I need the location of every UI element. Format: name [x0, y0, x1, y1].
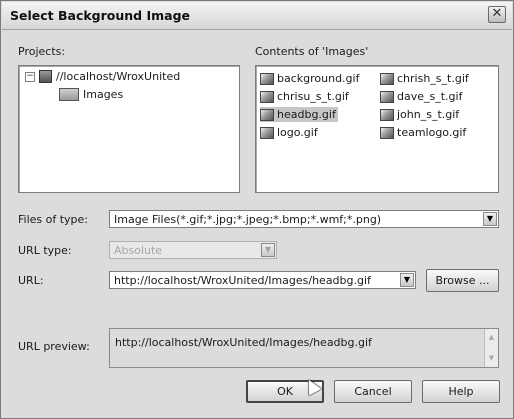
- url-value: http://localhost/WroxUnited/Images/headb…: [114, 274, 371, 287]
- file-item[interactable]: background.gif: [260, 71, 361, 86]
- url-label: URL:: [18, 274, 44, 287]
- file-name: chrisu_s_t.gif: [277, 90, 349, 103]
- file-item[interactable]: chrisu_s_t.gif: [260, 89, 351, 104]
- tree-node-images[interactable]: Images: [59, 88, 123, 101]
- url-preview-box: http://localhost/WroxUnited/Images/headb…: [109, 328, 499, 368]
- gif-file-icon: [260, 72, 274, 85]
- scroll-up-icon[interactable]: ▲: [485, 331, 498, 344]
- help-button[interactable]: Help: [422, 380, 500, 403]
- files-of-type-value: Image Files(*.gif;*.jpg;*.jpeg;*.bmp;*.w…: [114, 213, 382, 226]
- url-preview-label: URL preview:: [18, 340, 90, 353]
- chevron-down-icon[interactable]: ▼: [483, 212, 497, 226]
- files-of-type-label: Files of type:: [18, 213, 89, 226]
- contents-list[interactable]: background.gif chrisu_s_t.gif headbg.gif…: [255, 65, 499, 193]
- gif-file-icon: [380, 90, 394, 103]
- url-type-value: Absolute: [114, 244, 163, 257]
- chevron-down-icon[interactable]: ▼: [400, 273, 414, 287]
- file-item[interactable]: chrish_s_t.gif: [380, 71, 471, 86]
- title-bar[interactable]: Select Background Image ✕: [2, 2, 512, 30]
- server-icon: [39, 70, 52, 83]
- url-type-label: URL type:: [18, 244, 72, 257]
- file-item[interactable]: logo.gif: [260, 125, 320, 140]
- url-input[interactable]: http://localhost/WroxUnited/Images/headb…: [109, 271, 416, 289]
- file-item[interactable]: john_s_t.gif: [380, 107, 461, 122]
- file-name: logo.gif: [277, 126, 318, 139]
- chevron-down-icon: ▼: [261, 243, 275, 257]
- tree-node-images-label: Images: [83, 88, 124, 101]
- projects-label: Projects:: [18, 45, 66, 58]
- gif-file-icon: [260, 126, 274, 139]
- url-preview-value: http://localhost/WroxUnited/Images/headb…: [115, 336, 372, 349]
- gif-file-icon: [380, 72, 394, 85]
- file-name: background.gif: [277, 72, 360, 85]
- contents-label: Contents of 'Images': [255, 45, 369, 58]
- file-name: teamlogo.gif: [397, 126, 467, 139]
- file-name: chrish_s_t.gif: [397, 72, 469, 85]
- files-of-type-select[interactable]: Image Files(*.gif;*.jpg;*.jpeg;*.bmp;*.w…: [109, 210, 499, 228]
- projects-tree[interactable]: − //localhost/WroxUnited Images: [18, 65, 240, 193]
- file-item[interactable]: dave_s_t.gif: [380, 89, 464, 104]
- select-background-image-dialog: Select Background Image ✕ Projects: − //…: [0, 0, 514, 419]
- preview-scrollbar[interactable]: ▲ ▼: [484, 329, 498, 367]
- cancel-button[interactable]: Cancel: [334, 380, 412, 403]
- gif-file-icon: [380, 108, 394, 121]
- gif-file-icon: [260, 90, 274, 103]
- dialog-title: Select Background Image: [10, 8, 190, 23]
- tree-node-root[interactable]: − //localhost/WroxUnited: [25, 70, 180, 83]
- file-item-selected[interactable]: headbg.gif: [260, 107, 338, 122]
- file-item[interactable]: teamlogo.gif: [380, 125, 468, 140]
- url-type-select: Absolute ▼: [109, 241, 277, 259]
- browse-button[interactable]: Browse ...: [426, 269, 499, 292]
- file-name: john_s_t.gif: [397, 108, 460, 121]
- folder-icon: [59, 88, 79, 101]
- file-name: headbg.gif: [277, 108, 336, 121]
- close-button[interactable]: ✕: [488, 6, 506, 23]
- gif-file-icon: [260, 108, 274, 121]
- scroll-down-icon[interactable]: ▼: [485, 352, 498, 365]
- tree-node-root-label: //localhost/WroxUnited: [56, 70, 181, 83]
- collapse-toggle-icon[interactable]: −: [25, 71, 35, 82]
- gif-file-icon: [380, 126, 394, 139]
- close-icon: ✕: [491, 6, 503, 21]
- file-name: dave_s_t.gif: [397, 90, 463, 103]
